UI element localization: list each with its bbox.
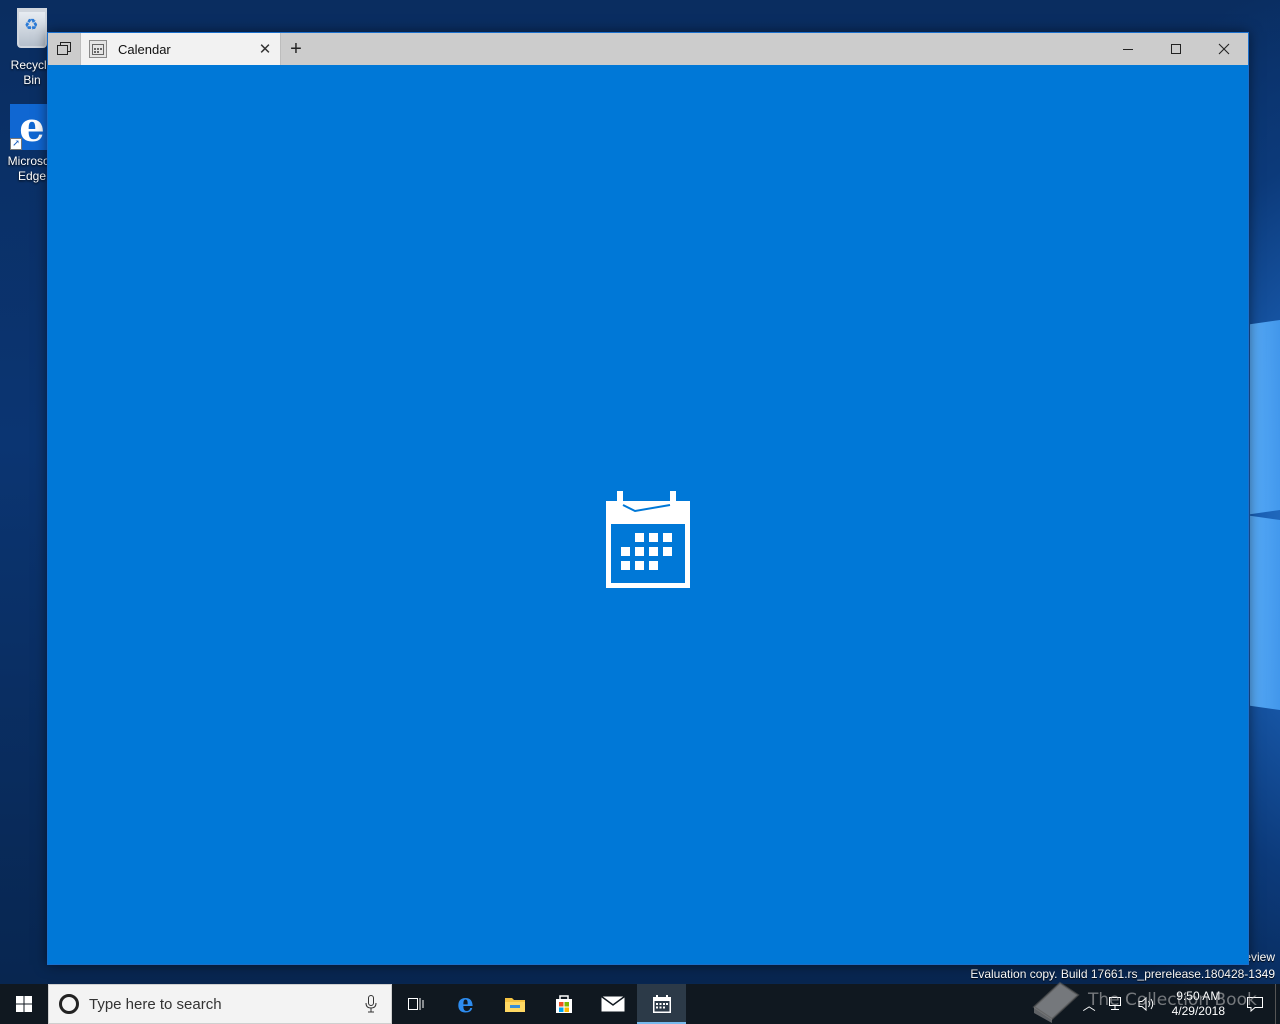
close-icon: ✕ [258, 41, 272, 58]
tab-calendar[interactable]: Calendar ✕ [80, 33, 281, 65]
title-bar-drag-area[interactable] [311, 33, 1104, 65]
tabs-icon [57, 42, 71, 55]
taskbar-calendar[interactable] [637, 984, 686, 1024]
new-tab-button[interactable]: + [281, 33, 311, 65]
taskbar-mail[interactable] [588, 984, 637, 1024]
calendar-icon [606, 491, 690, 588]
search-box[interactable]: Type here to search [48, 984, 392, 1024]
volume-button[interactable] [1132, 984, 1162, 1024]
start-button[interactable] [0, 984, 48, 1024]
evaluation-watermark-line2: Evaluation copy. Build 17661.rs_prerelea… [970, 967, 1275, 981]
network-button[interactable] [1102, 984, 1132, 1024]
tab-title: Calendar [118, 41, 171, 57]
microphone-icon [365, 995, 377, 1013]
show-hidden-icons-button[interactable]: ︿ [1077, 984, 1102, 1024]
title-bar[interactable]: Calendar ✕ + [48, 33, 1248, 65]
close-button[interactable] [1200, 33, 1248, 65]
task-view-icon [407, 998, 423, 1010]
show-desktop-button[interactable] [1275, 984, 1280, 1024]
windows-logo-icon [16, 996, 32, 1012]
set-aside-tabs-button[interactable] [48, 33, 80, 65]
taskbar-file-explorer[interactable] [490, 984, 539, 1024]
clock-time: 9:50 AM [1176, 989, 1221, 1003]
task-view-button[interactable] [392, 984, 441, 1024]
wallpaper-logo [1250, 315, 1280, 515]
taskbar-store[interactable] [539, 984, 588, 1024]
system-tray: ︿ 9:50 AM 4/29/2018 [686, 984, 1280, 1024]
notification-icon [1247, 997, 1263, 1012]
calendar-icon [652, 995, 671, 1013]
mail-icon [600, 996, 625, 1012]
edge-icon: e [457, 989, 474, 1019]
calendar-window[interactable]: Calendar ✕ + [47, 32, 1249, 965]
volume-icon [1138, 996, 1153, 1012]
recycle-bin-icon [17, 8, 47, 48]
wallpaper-logo [1250, 515, 1280, 715]
taskbar: Type here to search e ︿ 9:50 AM 4/29/201… [0, 984, 1280, 1024]
chevron-up-icon: ︿ [1082, 997, 1096, 1013]
app-content-splash [48, 65, 1248, 964]
file-explorer-icon [504, 998, 525, 1012]
shortcut-arrow-icon: ↗ [10, 138, 22, 150]
microphone-button[interactable] [351, 995, 391, 1013]
minimize-button[interactable] [1104, 33, 1152, 65]
search-input[interactable]: Type here to search [89, 996, 351, 1013]
clock[interactable]: 9:50 AM 4/29/2018 [1162, 984, 1235, 1024]
minimize-icon [1123, 49, 1133, 50]
cortana-icon [59, 994, 79, 1014]
plus-icon: + [290, 37, 302, 60]
maximize-icon [1171, 44, 1181, 54]
store-icon [555, 995, 572, 1013]
close-icon [1218, 43, 1230, 55]
taskbar-edge[interactable]: e [441, 984, 490, 1024]
maximize-button[interactable] [1152, 33, 1200, 65]
close-tab-button[interactable]: ✕ [250, 33, 280, 65]
action-center-button[interactable] [1235, 984, 1275, 1024]
calendar-app-icon [89, 40, 107, 58]
network-icon [1108, 997, 1121, 1010]
clock-date: 4/29/2018 [1171, 1004, 1225, 1018]
